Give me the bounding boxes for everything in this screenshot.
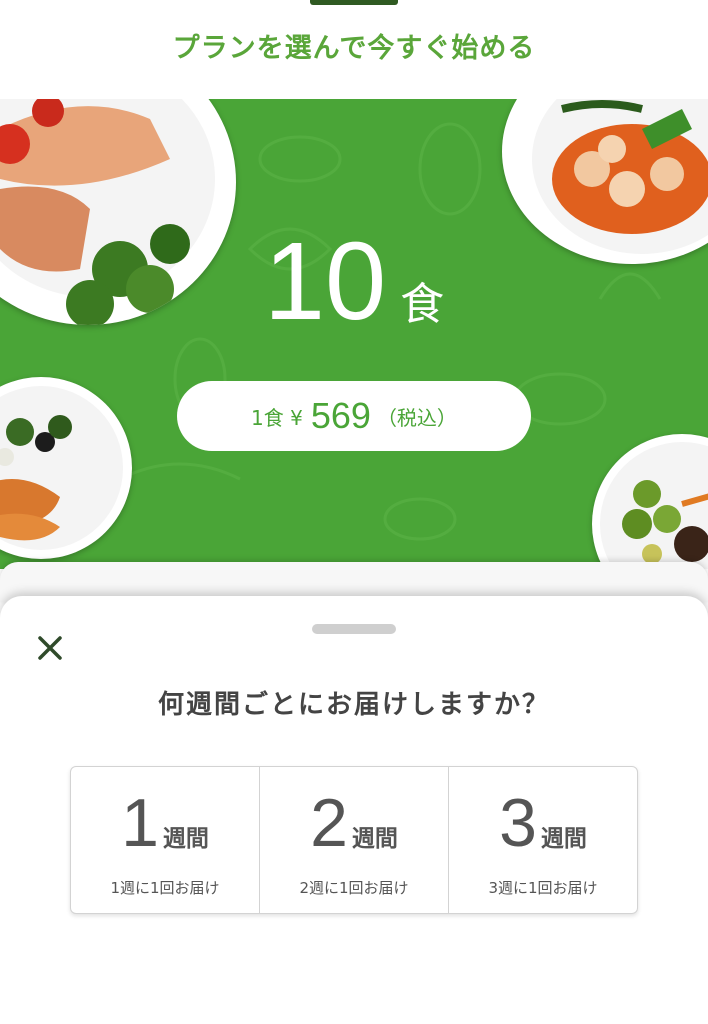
option-2-main: 2 週間 (260, 789, 448, 857)
option-2-weeks[interactable]: 2 週間 2週に1回お届け (260, 767, 449, 913)
option-description: 1週に1回お届け (110, 879, 220, 897)
option-1-main: 1 週間 (71, 789, 259, 857)
option-description: 2週に1回お届け (299, 879, 409, 897)
option-1-week[interactable]: 1 週間 1週に1回お届け (71, 767, 260, 913)
option-number: 1 (121, 785, 159, 861)
close-button[interactable] (30, 628, 70, 668)
option-3-main: 3 週間 (449, 789, 637, 857)
price-prefix: 1食 ¥ (251, 405, 303, 430)
plan-banner: 10 食 1食 ¥ 569 （税込） (0, 99, 708, 569)
page-title: プランを選んで今すぐ始める (172, 33, 536, 64)
meals-number: 10 (263, 220, 387, 343)
close-icon (38, 636, 62, 660)
price-amount: 569 (310, 395, 371, 436)
price-suffix: （税込） (376, 405, 457, 430)
meals-unit: 食 (400, 279, 445, 330)
option-description: 3週に1回お届け (488, 879, 598, 897)
top-tab-indicator (310, 0, 398, 5)
option-number: 2 (310, 785, 348, 861)
option-unit: 週間 (351, 826, 398, 852)
frequency-question: 何週間ごとにお届けしますか？ (157, 690, 550, 720)
option-number: 3 (499, 785, 537, 861)
frequency-options: 1 週間 1週に1回お届け 2 週間 2週に1回お届け 3 週間 3週に1回お届け (70, 766, 638, 914)
meals-count: 10 食 (0, 227, 708, 337)
option-unit: 週間 (162, 826, 209, 852)
price-pill: 1食 ¥ 569 （税込） (177, 381, 531, 451)
option-unit: 週間 (540, 826, 587, 852)
delivery-frequency-sheet: 何週間ごとにお届けしますか？ 1 週間 1週に1回お届け 2 週間 2週に1回お届け… (0, 596, 708, 1024)
sheet-drag-handle[interactable] (312, 624, 396, 634)
option-3-weeks[interactable]: 3 週間 3週に1回お届け (449, 767, 637, 913)
